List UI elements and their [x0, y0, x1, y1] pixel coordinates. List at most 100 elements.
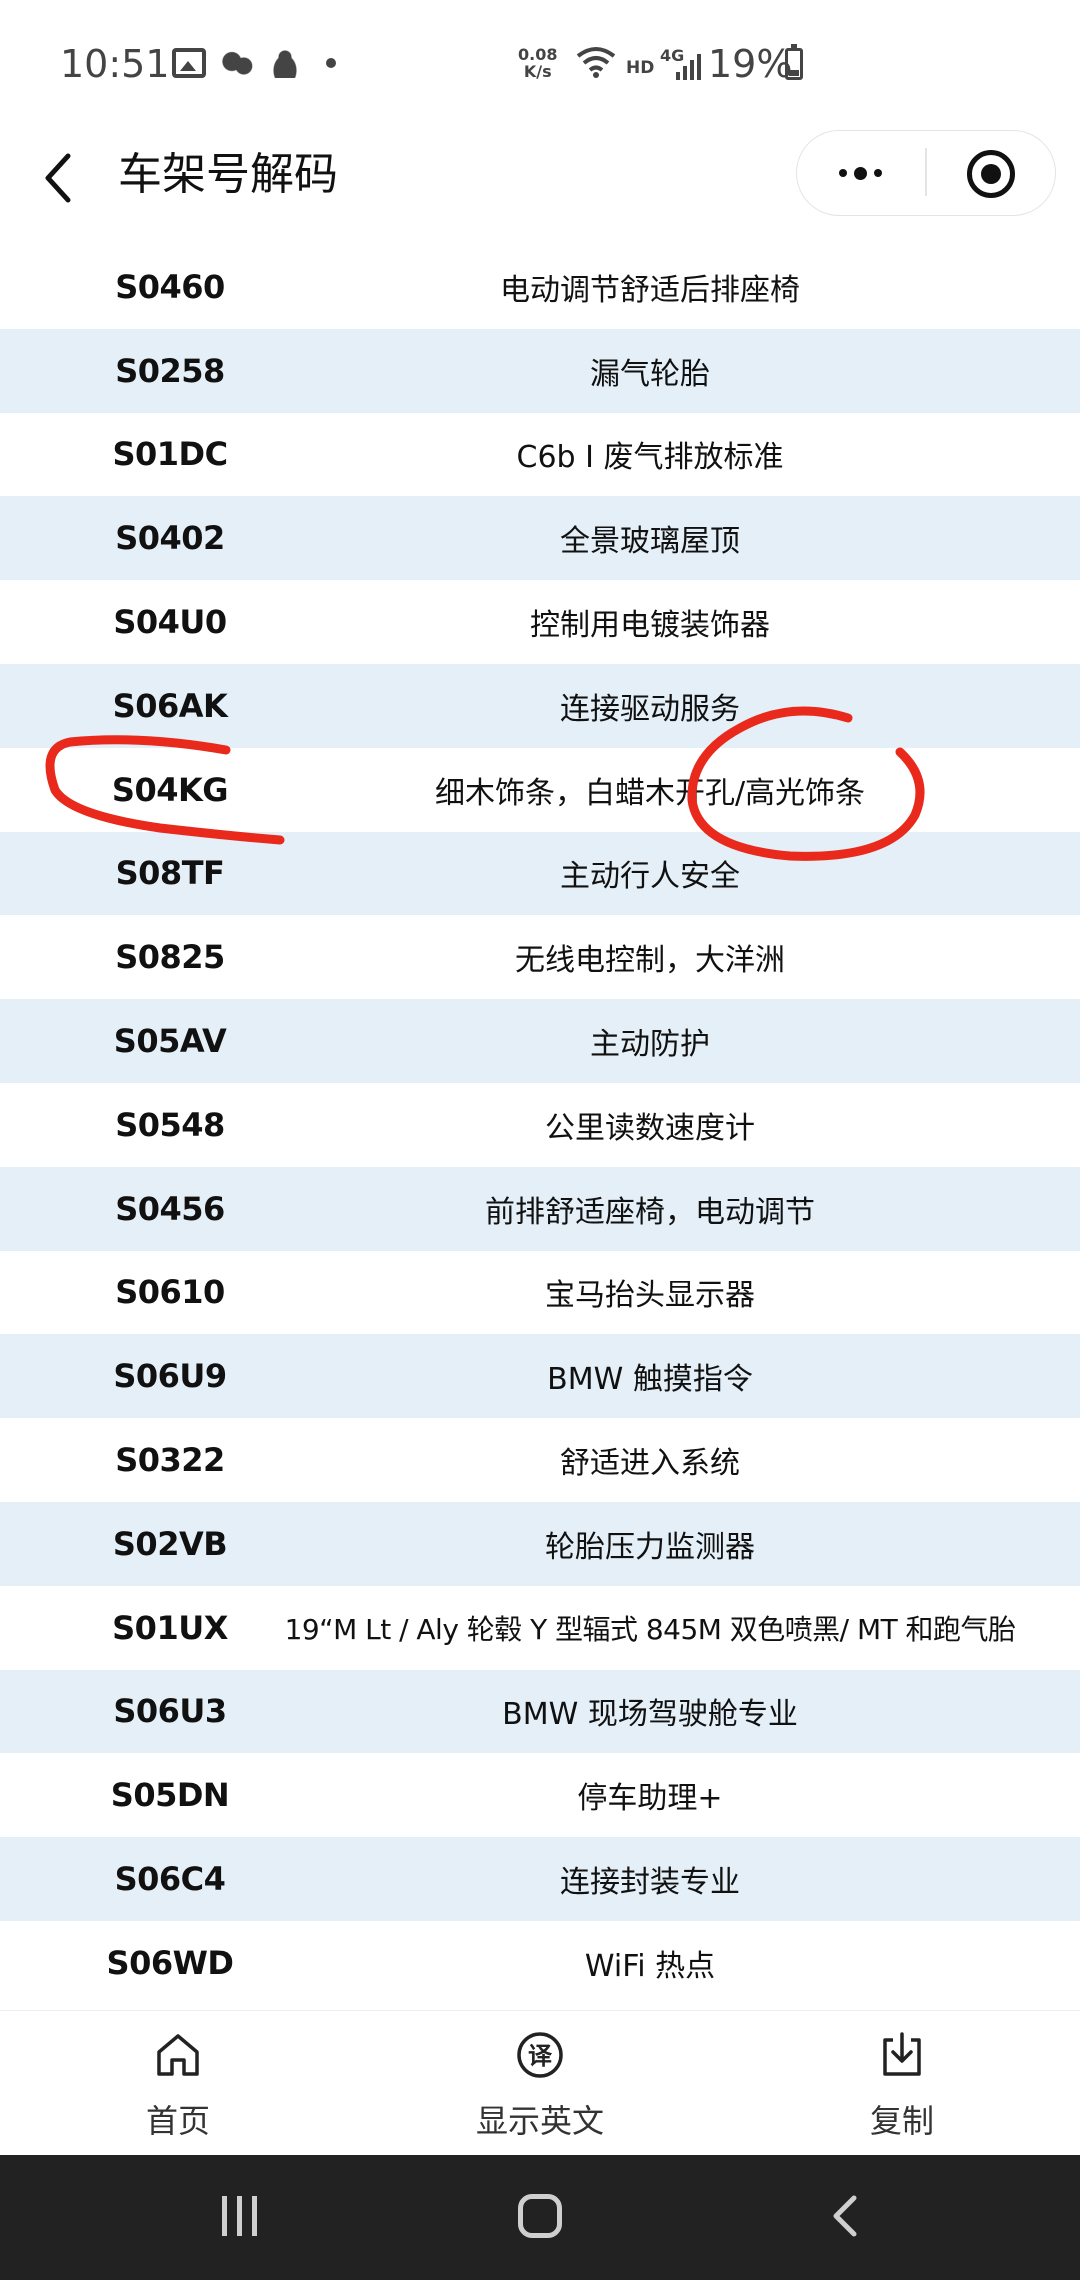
list-item[interactable]: S05DN 停车助理+ [0, 1753, 1080, 1837]
tab-copy[interactable]: 复制 [782, 2028, 1022, 2142]
option-code-cell: S0456 [0, 1167, 340, 1251]
list-item[interactable]: S04KG 细木饰条，白蜡木开孔/高光饰条 [0, 748, 1080, 832]
option-description: 主动防护 [590, 1027, 710, 1063]
list-item[interactable]: S06C4 连接封装专业 [0, 1837, 1080, 1921]
list-item[interactable]: S0548 公里读数速度计 [0, 1083, 1080, 1167]
gallery-icon [172, 48, 206, 78]
option-description: 主动行人安全 [560, 859, 740, 895]
option-code: S0322 [115, 1441, 225, 1480]
option-code-cell: S05DN [0, 1753, 340, 1837]
option-code-cell: S0460 [0, 245, 340, 329]
list-item[interactable]: S0322 舒适进入系统 [0, 1418, 1080, 1502]
back-arrow-icon[interactable] [38, 148, 78, 208]
option-code: S0456 [115, 1189, 225, 1228]
list-item[interactable]: S06WD WiFi 热点 [0, 1921, 1080, 2005]
option-code-cell: S06U9 [0, 1334, 340, 1418]
option-code-cell: S0322 [0, 1418, 340, 1502]
tab-home[interactable]: 首页 [58, 2028, 298, 2142]
more-options-icon[interactable] [832, 150, 888, 196]
recent-apps-icon[interactable] [215, 2196, 263, 2236]
option-description-cell: 电动调节舒适后排座椅 [340, 245, 1080, 329]
list-item[interactable]: S06U3 BMW 现场驾驶舱专业 [0, 1669, 1080, 1754]
download-copy-icon [883, 2032, 921, 2076]
close-miniprogram-icon[interactable] [967, 150, 1015, 198]
list-item[interactable]: S06AK 连接驱动服务 [0, 663, 1080, 748]
option-code: S06WD [106, 1943, 234, 1982]
option-description-cell: 前排舒适座椅，电动调节 [340, 1167, 1080, 1251]
list-item[interactable]: S0456 前排舒适座椅，电动调节 [0, 1166, 1080, 1251]
option-code-cell: S0258 [0, 329, 340, 413]
option-description-cell: 控制用电镀装饰器 [340, 580, 1080, 664]
option-description-cell: 公里读数速度计 [340, 1083, 1080, 1167]
list-item[interactable]: S01DC C6b I 废气排放标准 [0, 413, 1080, 497]
option-description-cell: 宝马抬头显示器 [340, 1251, 1080, 1335]
tab-home-label: 首页 [145, 2102, 210, 2140]
option-description: 舒适进入系统 [560, 1446, 740, 1482]
option-description: 连接驱动服务 [560, 691, 740, 727]
list-item[interactable]: S0610 宝马抬头显示器 [0, 1251, 1080, 1335]
wifi-icon [576, 47, 616, 78]
option-code: S04KG [111, 770, 229, 809]
option-description-cell: BMW 现场驾驶舱专业 [340, 1670, 1080, 1754]
option-code-cell: S04U0 [0, 580, 340, 664]
option-description-cell: 19“M Lt / Aly 轮毂 Y 型辐式 845M 双色喷黑/ MT 和跑气… [285, 1586, 1080, 1670]
option-code-cell: S02VB [0, 1502, 340, 1586]
list-item[interactable]: S0460 电动调节舒适后排座椅 [0, 245, 1080, 329]
option-description: 前排舒适座椅，电动调节 [485, 1194, 815, 1230]
capsule-divider [925, 148, 927, 196]
option-description-cell: 舒适进入系统 [340, 1418, 1080, 1502]
option-code: S06AK [112, 686, 228, 725]
option-code-cell: S0610 [0, 1251, 340, 1335]
option-description: 无线电控制，大洋洲 [515, 943, 785, 979]
option-description-cell: 无线电控制，大洋洲 [340, 915, 1080, 999]
option-code: S0548 [115, 1105, 225, 1144]
option-description-cell: BMW 触摸指令 [340, 1334, 1080, 1418]
status-time: 10:51 [60, 42, 170, 86]
list-item[interactable]: S0825 无线电控制，大洋洲 [0, 915, 1080, 999]
list-item[interactable]: S04U0 控制用电镀装饰器 [0, 580, 1080, 664]
option-description: BMW 现场驾驶舱专业 [502, 1697, 798, 1733]
option-description-cell: 轮胎压力监测器 [340, 1502, 1080, 1586]
option-code-cell: S08TF [0, 832, 340, 916]
list-item[interactable]: S02VB 轮胎压力监测器 [0, 1501, 1080, 1586]
svg-text:译: 译 [528, 2042, 553, 2070]
option-code-cell: S0402 [0, 496, 340, 580]
option-code: S01UX [112, 1608, 228, 1647]
battery-percent: 19% [708, 42, 793, 86]
list-item[interactable]: S0258 漏气轮胎 [0, 328, 1080, 413]
list-item[interactable]: S06U9 BMW 触摸指令 [0, 1334, 1080, 1419]
network-speed: 0.08 K/s [518, 46, 557, 80]
option-description: 宝马抬头显示器 [545, 1278, 755, 1314]
option-code-cell: S04KG [0, 748, 340, 832]
system-back-icon[interactable] [826, 2194, 866, 2238]
option-code: S06U3 [113, 1692, 227, 1731]
option-description: 漏气轮胎 [590, 356, 710, 392]
option-description-cell: 连接驱动服务 [340, 664, 1080, 748]
tab-show-english[interactable]: 译 显示英文 [420, 2028, 660, 2142]
option-description-cell: 漏气轮胎 [340, 329, 1080, 413]
list-item[interactable]: S05AV 主动防护 [0, 999, 1080, 1083]
option-code: S06U9 [113, 1357, 227, 1396]
option-code: S01DC [112, 435, 228, 474]
signal-icon [676, 52, 704, 80]
network-speed-unit: K/s [523, 62, 552, 81]
option-description: 19“M Lt / Aly 轮毂 Y 型辐式 845M 双色喷黑/ MT 和跑气… [284, 1612, 1016, 1646]
home-icon [157, 2034, 199, 2076]
option-code-cell: S06AK [0, 664, 340, 748]
option-description-cell: 全景玻璃屋顶 [340, 496, 1080, 580]
network-speed-value: 0.08 [518, 45, 558, 64]
option-code-cell: S01DC [0, 413, 340, 497]
option-code: S0460 [115, 267, 225, 306]
list-item[interactable]: S01UX 19“M Lt / Aly 轮毂 Y 型辐式 845M 双色喷黑/ M… [0, 1586, 1080, 1670]
option-code-list: S0460 电动调节舒适后排座椅 S0258 漏气轮胎 S01DC C6b I 废气排放标… [0, 245, 1080, 2010]
option-code: S05DN [110, 1776, 230, 1815]
option-description: 停车助理+ [577, 1781, 723, 1817]
wechat-icon [220, 48, 254, 78]
option-code: S08TF [115, 854, 225, 893]
list-item[interactable]: S08TF 主动行人安全 [0, 831, 1080, 916]
list-item[interactable]: S0402 全景玻璃屋顶 [0, 496, 1080, 581]
option-description: 控制用电镀装饰器 [530, 608, 770, 644]
option-description-cell: 细木饰条，白蜡木开孔/高光饰条 [340, 748, 1080, 832]
home-button-icon[interactable] [518, 2194, 562, 2238]
option-description-cell: 主动行人安全 [340, 832, 1080, 916]
